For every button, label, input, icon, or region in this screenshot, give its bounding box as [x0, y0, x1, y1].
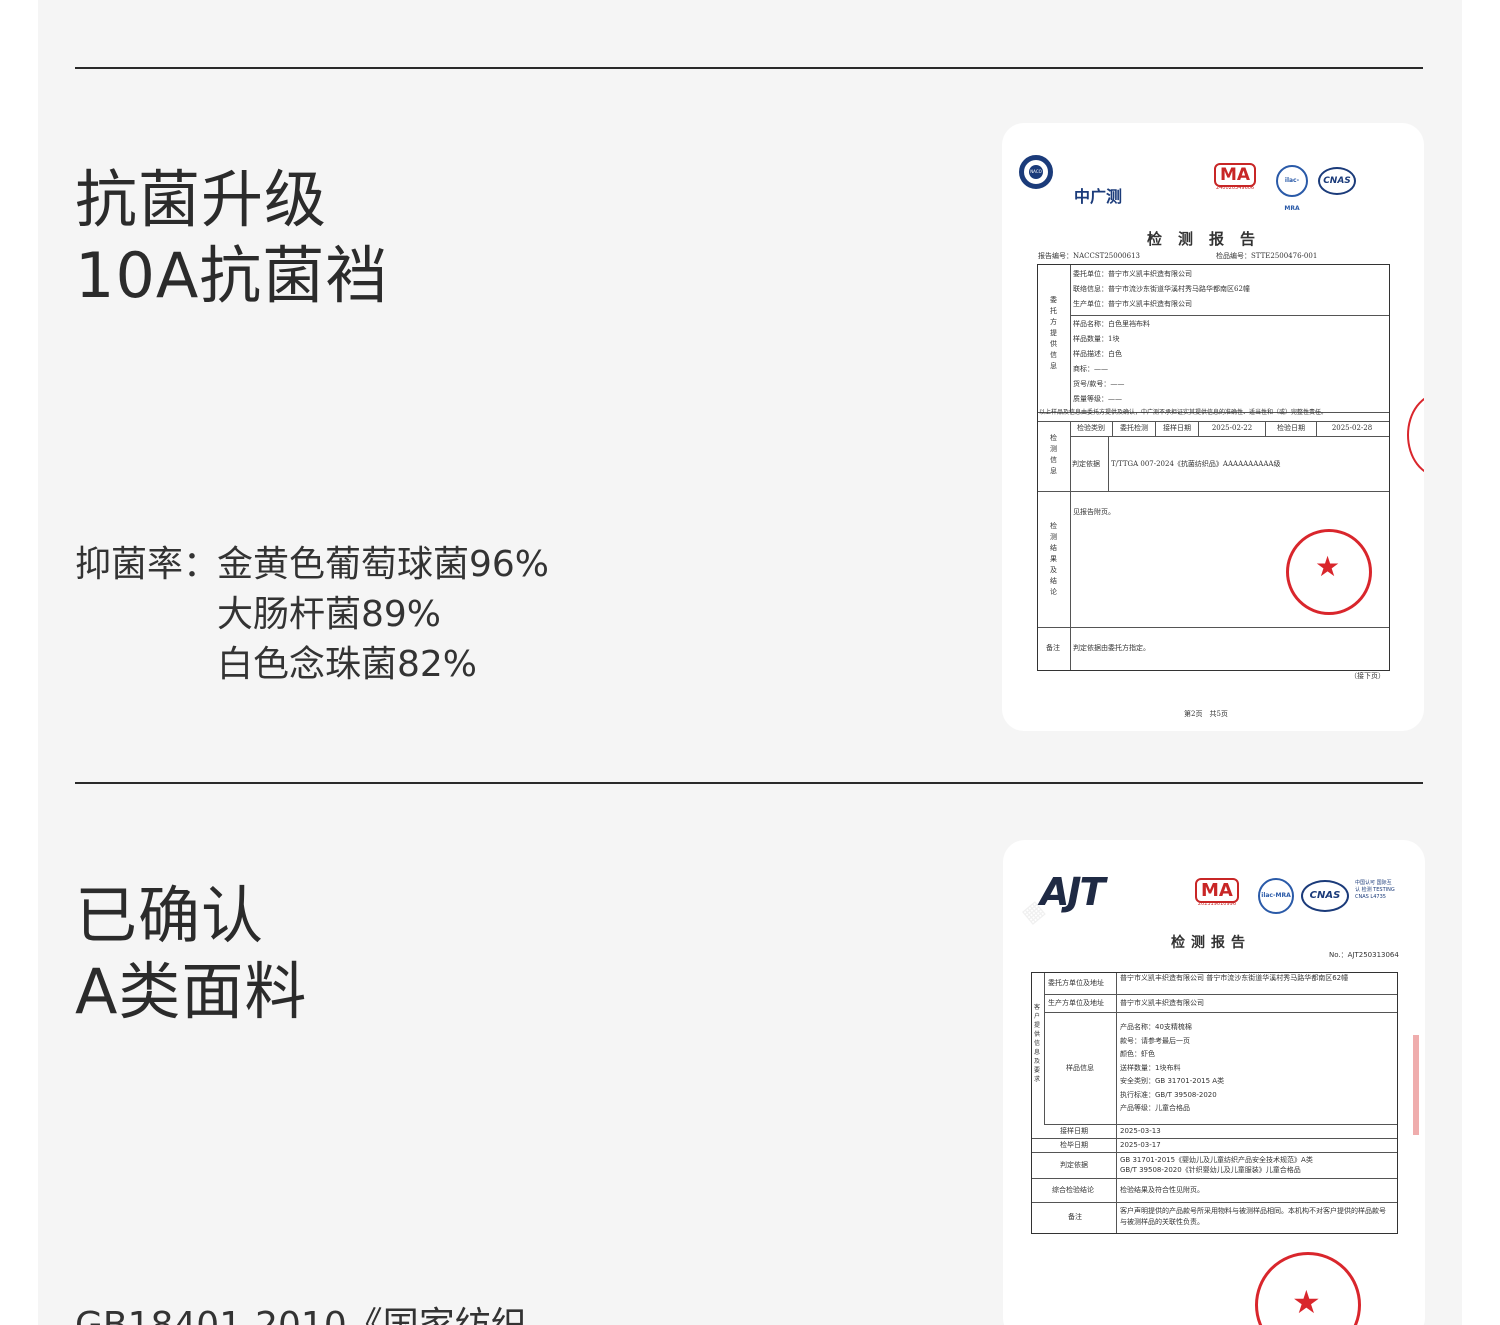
cert1-sampling-date: 2025-02-22 [1199, 421, 1266, 436]
cert1-side-test: 检测信息 [1050, 434, 1057, 475]
cert2-conclusion-label: 综合检验结论 [1052, 1186, 1094, 1194]
cert1-sample-row: 样品数量：1块 [1073, 335, 1120, 343]
cert1-basis: T/TTGA 007-2024《抗菌纺织品》AAAAAAAAAA级 [1111, 460, 1281, 468]
antibacterial-test-report-card: NACO 中广测 MA 240020349606 ilac-MRA CNAS 检… [1002, 123, 1424, 731]
cert2-remarks-label: 备注 [1068, 1213, 1082, 1221]
cert2-row-value: 普宁市义凯丰织造有限公司 普宁市流沙东街道华溪村秀马路华都南区62幢 [1120, 974, 1349, 982]
cert2-basis-line: GB 31701-2015《婴幼儿及儿童纺织产品安全技术规范》A类 [1120, 1156, 1313, 1164]
cert2-sample-info-row: 安全类别：GB 31701-2015 A类 [1120, 1077, 1225, 1085]
cert1-continued: （接下页） [1350, 672, 1385, 680]
cert2-basis-label: 判定依据 [1060, 1161, 1088, 1169]
cert2-test-date-label: 检毕日期 [1060, 1141, 1088, 1149]
cert1-side-result: 检测结果及结论 [1050, 522, 1057, 596]
cert2-form: 客户提供信息及要求 委托方单位及地址 普宁市义凯丰织造有限公司 普宁市流沙东街道… [1031, 972, 1398, 1234]
section1-heading-line2: 10A抗菌裆 [75, 239, 389, 312]
cnas-icon: CNAS [1301, 880, 1349, 912]
ilac-mra-icon: ilac-MRA [1258, 878, 1294, 914]
edge-seal-icon [1413, 1035, 1419, 1135]
section1-heading: 抗菌升级 10A抗菌裆 [75, 162, 388, 314]
cert1-form: 委托方提供信息 委托单位：普宁市义凯丰织造有限公司 联络信息：普宁市流沙东街道华… [1037, 264, 1390, 671]
inhibition-rate-label: 抑菌率： [75, 544, 220, 585]
cert1-test-date-label: 检验日期 [1266, 421, 1317, 436]
cert1-remarks: 判定依据由委托方指定。 [1073, 644, 1150, 652]
cert1-sample-row: 质量等级：—— [1073, 395, 1122, 403]
cert1-basis-label: 判定依据 [1072, 460, 1100, 468]
cert1-sample-row: 商标：—— [1073, 365, 1108, 373]
cert2-conclusion: 检验结果及符合性见附页。 [1120, 1186, 1204, 1194]
naco-logo-icon: NACO [1019, 155, 1053, 189]
cert2-row-value: 普宁市义凯丰织造有限公司 [1120, 999, 1204, 1007]
cert2-report-no: No.：AJT250313064 [1329, 951, 1399, 959]
cnas-icon: CNAS [1318, 167, 1356, 195]
rate-item: 金黄色葡萄球菌96% [217, 544, 550, 585]
section2-bottom-text: GB18401-2010《国家纺织 [75, 1296, 527, 1325]
cert2-sample-info-label: 样品信息 [1066, 1064, 1094, 1072]
ajt-logo: AJT [1040, 870, 1105, 914]
cert2-sample-info-row: 产品等级：儿童合格品 [1120, 1104, 1190, 1112]
cert1-brand: 中广测 [1074, 187, 1123, 206]
cert1-sample-row: 样品名称：白色里裆布料 [1073, 320, 1150, 328]
cert2-sample-info-row: 产品名称：40支精梳棉 [1120, 1023, 1192, 1031]
cert2-row-label: 生产方单位及地址 [1048, 999, 1104, 1007]
cma-mark-icon: MA 202319010996 [1195, 878, 1239, 907]
cert1-title: 检测报告 [1147, 230, 1272, 248]
cert1-disclaimer: 以上样品及信息由委托方提供及确认，中广测不承担证实其提供信息的准确性、适当性和（… [1039, 409, 1328, 416]
red-seal-icon: ★ [1286, 529, 1372, 615]
cert2-remarks: 客户声明提供的产品款号所采用物料与被测样品相同。本机构不对客户提供的样品款号与被… [1120, 1207, 1386, 1226]
section2-heading-line2: A类面料 [75, 955, 308, 1028]
cert2-row-label: 委托方单位及地址 [1048, 979, 1104, 987]
edge-seal-icon [1407, 393, 1424, 477]
inhibition-rate-block: 抑菌率： 金黄色葡萄球菌96% 大肠杆菌89% 白色念珠菌82% [75, 540, 549, 690]
cert1-test-date: 2025-02-28 [1331, 424, 1373, 432]
cert2-receive-date-label: 接样日期 [1060, 1127, 1088, 1135]
cert2-test-date: 2025-03-17 [1120, 1141, 1161, 1149]
cert2-basis-line: GB/T 39508-2020《针织婴幼儿及儿童服装》儿童合格品 [1120, 1166, 1301, 1174]
cert2-receive-date: 2025-03-13 [1120, 1127, 1161, 1135]
cert1-report-no: 报告编号：NACCST25000613 [1038, 252, 1140, 260]
cert1-result: 见报告附页。 [1073, 508, 1115, 516]
section2-heading-line1: 已确认 [75, 879, 265, 952]
safety-test-report-card: ▦ AJT MA 202319010996 ilac-MRA CNAS 中国认可… [1003, 840, 1425, 1325]
red-seal-icon: ★ [1255, 1252, 1361, 1325]
cert1-remarks-label: 备注 [1046, 644, 1060, 652]
cert2-sample-info-row: 执行标准：GB/T 39508-2020 [1120, 1090, 1217, 1099]
cma-mark-icon: MA 240020349606 [1214, 163, 1257, 191]
section2-heading: 已确认 A类面料 [75, 878, 307, 1030]
cert1-sample-row: 货号/款号：—— [1073, 380, 1125, 388]
ilac-mra-icon: ilac-MRA [1276, 165, 1308, 212]
cert1-client-row: 生产单位：普宁市义凯丰织造有限公司 [1073, 300, 1192, 308]
rate-item: 大肠杆菌89% [217, 594, 442, 635]
cnas-caption: 中国认可 国际互认 检测 TESTING CNAS L4735 [1355, 880, 1395, 900]
middle-divider [75, 782, 1423, 784]
cert1-test-type: 委托检测 [1113, 421, 1156, 436]
page-background: 抗菌升级 10A抗菌裆 抑菌率： 金黄色葡萄球菌96% 大肠杆菌89% 白色念珠… [38, 0, 1462, 1325]
cert2-sample-info-row: 送样数量：1块布料 [1120, 1063, 1181, 1072]
cert1-sample-row: 样品描述：白色 [1073, 350, 1122, 358]
section1-heading-line1: 抗菌升级 [75, 163, 328, 236]
top-divider [75, 67, 1423, 69]
cert1-sample-no: 检品编号：STTE2500476-001 [1216, 252, 1318, 260]
cert1-sampling-date-label: 接样日期 [1156, 421, 1199, 436]
cert1-test-type-label: 检验类别 [1070, 421, 1113, 436]
cert2-side-label: 客户提供信息及要求 [1034, 1004, 1041, 1083]
cert2-title: 检测报告 [1171, 935, 1251, 951]
cert2-sample-info-row: 款号：请参考最后一页 [1120, 1036, 1190, 1045]
cert2-sample-info-row: 颜色：虾色 [1120, 1050, 1155, 1058]
cert1-client-row: 联络信息：普宁市流沙东街道华溪村秀马路华都南区62幢 [1073, 285, 1250, 293]
cert1-client-row: 委托单位：普宁市义凯丰织造有限公司 [1073, 270, 1192, 278]
rate-item: 白色念珠菌82% [217, 644, 478, 685]
cert1-page-number: 第2页 共5页 [1184, 710, 1228, 718]
